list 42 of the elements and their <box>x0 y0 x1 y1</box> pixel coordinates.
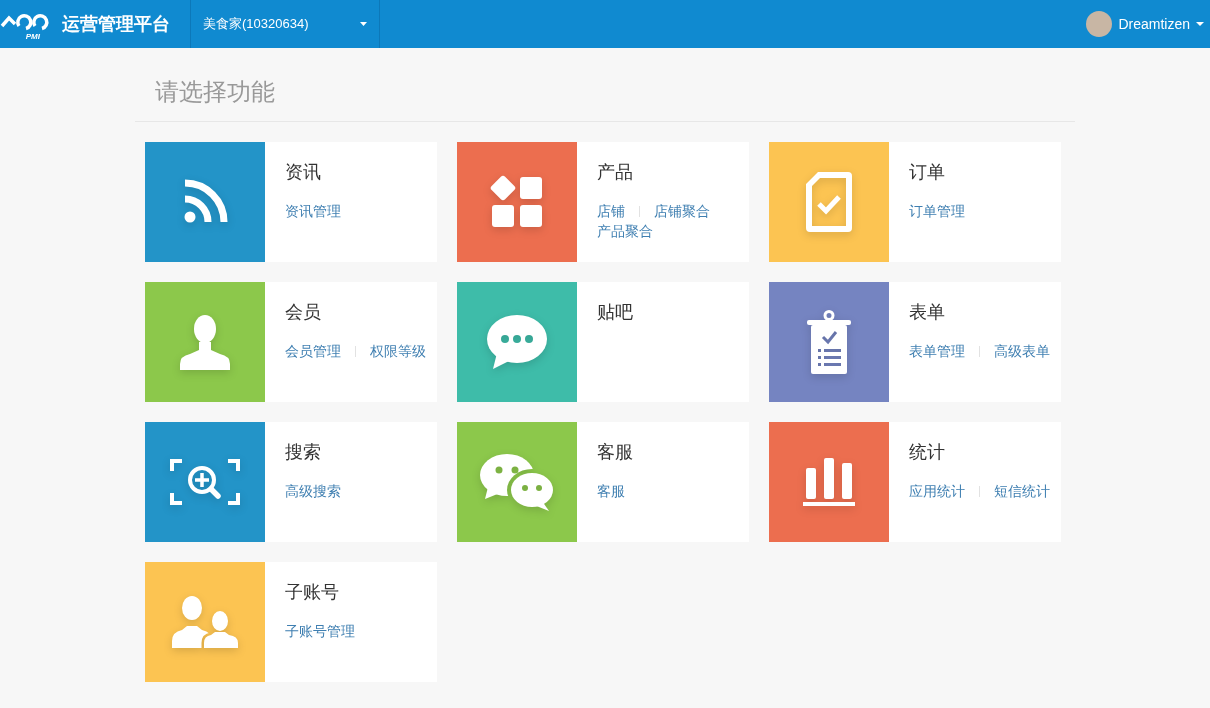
app-title: 运营管理平台 <box>62 13 170 36</box>
chat-icon <box>480 453 554 511</box>
module-link[interactable]: 高级搜索 <box>285 481 341 501</box>
module-link[interactable]: 产品聚合 <box>597 221 653 241</box>
module-link[interactable]: 应用统计 <box>909 481 965 501</box>
caret-icon <box>360 22 367 26</box>
search-icon <box>170 459 240 505</box>
person-icon <box>180 314 230 370</box>
document-check-icon <box>806 172 852 232</box>
module-title: 表单 <box>909 301 945 324</box>
module-link[interactable]: 资讯管理 <box>285 201 341 221</box>
module-title: 搜索 <box>285 441 321 464</box>
module-title: 订单 <box>909 161 945 184</box>
avatar-icon <box>1086 11 1113 37</box>
module-title: 资讯 <box>285 161 321 184</box>
user-menu[interactable]: Dreamtizen <box>1086 11 1204 37</box>
logo-icon <box>0 11 50 32</box>
caret-icon <box>1196 22 1204 26</box>
page-title: 请选择功能 <box>155 77 275 107</box>
module-link[interactable]: 客服 <box>597 481 625 501</box>
module-link[interactable]: 高级表单 <box>994 341 1050 361</box>
module-link[interactable]: 店铺 <box>597 201 625 221</box>
users-icon <box>172 596 238 648</box>
module-link[interactable]: 订单管理 <box>909 201 965 221</box>
module-title: 产品 <box>597 161 633 184</box>
module-link[interactable]: 店铺聚合 <box>654 201 710 221</box>
clipboard-icon <box>807 310 851 374</box>
logo-text: PMI <box>25 31 40 41</box>
module-link[interactable]: 短信统计 <box>994 481 1050 501</box>
module-title: 客服 <box>597 441 633 464</box>
module-link[interactable]: 子账号管理 <box>285 621 355 641</box>
module-link[interactable]: 会员管理 <box>285 341 341 361</box>
tiles-icon <box>489 174 545 230</box>
module-title: 贴吧 <box>597 301 633 324</box>
module-title: 子账号 <box>285 581 339 604</box>
module-link[interactable]: 权限等级 <box>370 341 426 361</box>
bar-chart-icon <box>803 458 855 506</box>
module-title: 统计 <box>909 441 945 464</box>
module-link[interactable]: 表单管理 <box>909 341 965 361</box>
module-title: 会员 <box>285 301 321 324</box>
speech-bubble-icon <box>487 315 547 369</box>
store-dropdown[interactable]: 美食家(10320634) <box>190 0 380 48</box>
